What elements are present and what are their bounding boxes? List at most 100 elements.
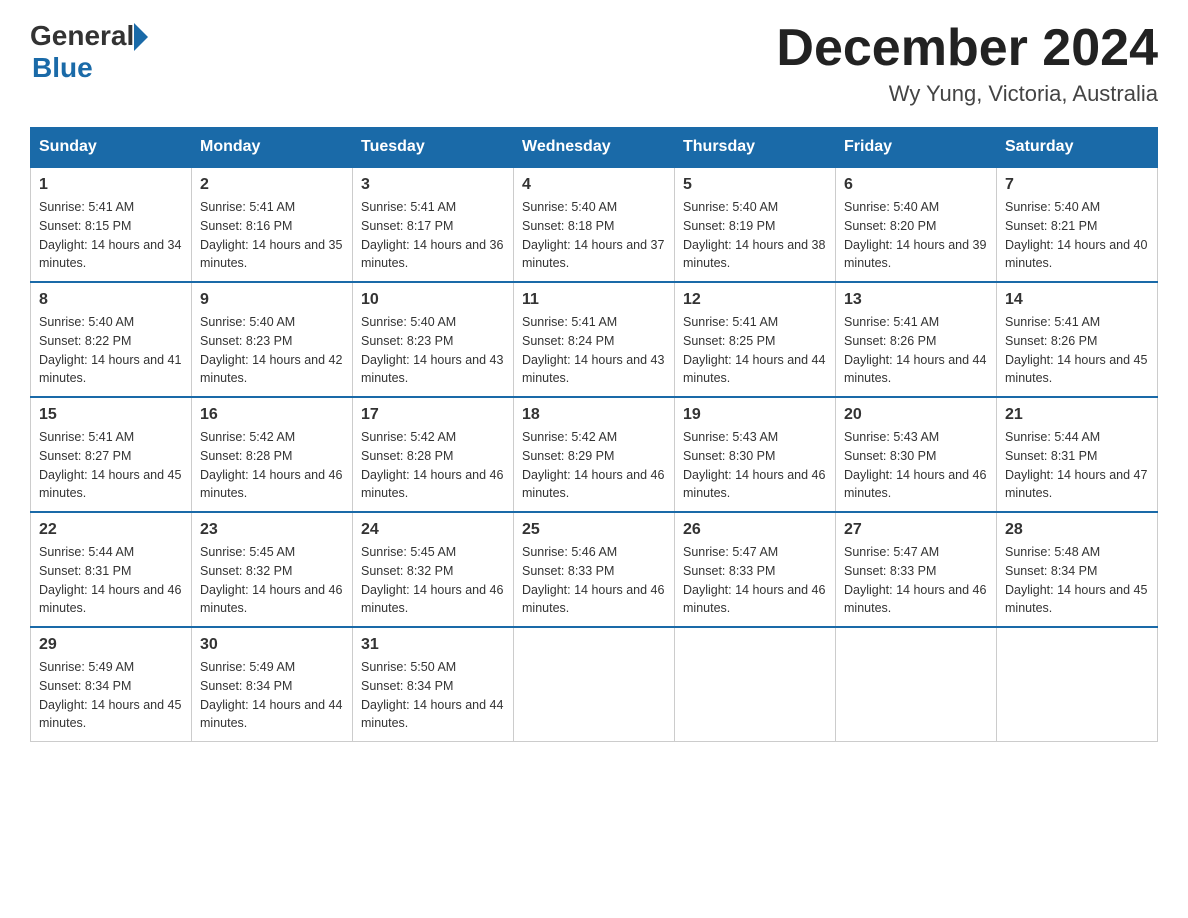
sunrise-label: Sunrise: 5:45 AM — [200, 545, 295, 559]
day-cell: 29 Sunrise: 5:49 AM Sunset: 8:34 PM Dayl… — [31, 627, 192, 742]
sunrise-label: Sunrise: 5:44 AM — [1005, 430, 1100, 444]
day-number: 27 — [844, 521, 988, 539]
sunset-label: Sunset: 8:24 PM — [522, 334, 614, 348]
day-cell: 31 Sunrise: 5:50 AM Sunset: 8:34 PM Dayl… — [353, 627, 514, 742]
daylight-label: Daylight: 14 hours and 46 minutes. — [361, 468, 503, 501]
daylight-label: Daylight: 14 hours and 42 minutes. — [200, 353, 342, 386]
sunrise-label: Sunrise: 5:40 AM — [361, 315, 456, 329]
daylight-label: Daylight: 14 hours and 46 minutes. — [39, 583, 181, 616]
sunrise-label: Sunrise: 5:40 AM — [683, 200, 778, 214]
sunrise-label: Sunrise: 5:50 AM — [361, 660, 456, 674]
day-cell: 5 Sunrise: 5:40 AM Sunset: 8:19 PM Dayli… — [675, 167, 836, 282]
sunrise-label: Sunrise: 5:47 AM — [844, 545, 939, 559]
sunset-label: Sunset: 8:33 PM — [683, 564, 775, 578]
sunset-label: Sunset: 8:21 PM — [1005, 219, 1097, 233]
sunset-label: Sunset: 8:17 PM — [361, 219, 453, 233]
sunrise-label: Sunrise: 5:42 AM — [522, 430, 617, 444]
day-number: 19 — [683, 406, 827, 424]
day-cell: 15 Sunrise: 5:41 AM Sunset: 8:27 PM Dayl… — [31, 397, 192, 512]
calendar-header: SundayMondayTuesdayWednesdayThursdayFrid… — [31, 128, 1158, 168]
day-cell: 18 Sunrise: 5:42 AM Sunset: 8:29 PM Dayl… — [514, 397, 675, 512]
day-info: Sunrise: 5:41 AM Sunset: 8:26 PM Dayligh… — [1005, 313, 1149, 388]
day-cell: 19 Sunrise: 5:43 AM Sunset: 8:30 PM Dayl… — [675, 397, 836, 512]
daylight-label: Daylight: 14 hours and 38 minutes. — [683, 238, 825, 271]
day-info: Sunrise: 5:40 AM Sunset: 8:23 PM Dayligh… — [361, 313, 505, 388]
sunset-label: Sunset: 8:32 PM — [200, 564, 292, 578]
daylight-label: Daylight: 14 hours and 45 minutes. — [39, 468, 181, 501]
day-cell: 30 Sunrise: 5:49 AM Sunset: 8:34 PM Dayl… — [192, 627, 353, 742]
header-cell-monday: Monday — [192, 128, 353, 168]
day-cell: 11 Sunrise: 5:41 AM Sunset: 8:24 PM Dayl… — [514, 282, 675, 397]
sunset-label: Sunset: 8:27 PM — [39, 449, 131, 463]
sunset-label: Sunset: 8:26 PM — [844, 334, 936, 348]
calendar-body: 1 Sunrise: 5:41 AM Sunset: 8:15 PM Dayli… — [31, 167, 1158, 742]
day-cell: 21 Sunrise: 5:44 AM Sunset: 8:31 PM Dayl… — [997, 397, 1158, 512]
logo-top-row: General — [30, 20, 148, 52]
sunset-label: Sunset: 8:25 PM — [683, 334, 775, 348]
day-info: Sunrise: 5:40 AM Sunset: 8:19 PM Dayligh… — [683, 198, 827, 273]
sunrise-label: Sunrise: 5:41 AM — [200, 200, 295, 214]
daylight-label: Daylight: 14 hours and 43 minutes. — [522, 353, 664, 386]
day-info: Sunrise: 5:40 AM Sunset: 8:22 PM Dayligh… — [39, 313, 183, 388]
sunset-label: Sunset: 8:18 PM — [522, 219, 614, 233]
day-number: 31 — [361, 636, 505, 654]
day-info: Sunrise: 5:45 AM Sunset: 8:32 PM Dayligh… — [361, 543, 505, 618]
day-info: Sunrise: 5:47 AM Sunset: 8:33 PM Dayligh… — [683, 543, 827, 618]
daylight-label: Daylight: 14 hours and 36 minutes. — [361, 238, 503, 271]
day-cell: 14 Sunrise: 5:41 AM Sunset: 8:26 PM Dayl… — [997, 282, 1158, 397]
day-info: Sunrise: 5:45 AM Sunset: 8:32 PM Dayligh… — [200, 543, 344, 618]
sunset-label: Sunset: 8:16 PM — [200, 219, 292, 233]
header-cell-saturday: Saturday — [997, 128, 1158, 168]
sunset-label: Sunset: 8:34 PM — [200, 679, 292, 693]
sunrise-label: Sunrise: 5:40 AM — [844, 200, 939, 214]
day-cell: 25 Sunrise: 5:46 AM Sunset: 8:33 PM Dayl… — [514, 512, 675, 627]
sunrise-label: Sunrise: 5:40 AM — [522, 200, 617, 214]
daylight-label: Daylight: 14 hours and 46 minutes. — [844, 468, 986, 501]
sunrise-label: Sunrise: 5:48 AM — [1005, 545, 1100, 559]
sunrise-label: Sunrise: 5:49 AM — [39, 660, 134, 674]
day-number: 15 — [39, 406, 183, 424]
day-number: 17 — [361, 406, 505, 424]
sunset-label: Sunset: 8:34 PM — [1005, 564, 1097, 578]
day-info: Sunrise: 5:47 AM Sunset: 8:33 PM Dayligh… — [844, 543, 988, 618]
sunset-label: Sunset: 8:15 PM — [39, 219, 131, 233]
day-number: 18 — [522, 406, 666, 424]
sunrise-label: Sunrise: 5:42 AM — [361, 430, 456, 444]
day-info: Sunrise: 5:44 AM Sunset: 8:31 PM Dayligh… — [39, 543, 183, 618]
sunrise-label: Sunrise: 5:44 AM — [39, 545, 134, 559]
header-cell-sunday: Sunday — [31, 128, 192, 168]
day-info: Sunrise: 5:41 AM Sunset: 8:27 PM Dayligh… — [39, 428, 183, 503]
daylight-label: Daylight: 14 hours and 46 minutes. — [522, 583, 664, 616]
day-number: 23 — [200, 521, 344, 539]
daylight-label: Daylight: 14 hours and 46 minutes. — [361, 583, 503, 616]
calendar-table: SundayMondayTuesdayWednesdayThursdayFrid… — [30, 127, 1158, 742]
sunrise-label: Sunrise: 5:41 AM — [39, 200, 134, 214]
logo-arrow-icon — [134, 23, 148, 51]
day-cell: 27 Sunrise: 5:47 AM Sunset: 8:33 PM Dayl… — [836, 512, 997, 627]
day-cell — [675, 627, 836, 742]
day-number: 11 — [522, 291, 666, 309]
sunset-label: Sunset: 8:23 PM — [361, 334, 453, 348]
day-number: 1 — [39, 176, 183, 194]
daylight-label: Daylight: 14 hours and 41 minutes. — [39, 353, 181, 386]
sunrise-label: Sunrise: 5:43 AM — [844, 430, 939, 444]
sunset-label: Sunset: 8:23 PM — [200, 334, 292, 348]
sunset-label: Sunset: 8:34 PM — [39, 679, 131, 693]
day-info: Sunrise: 5:41 AM Sunset: 8:15 PM Dayligh… — [39, 198, 183, 273]
day-info: Sunrise: 5:42 AM Sunset: 8:28 PM Dayligh… — [361, 428, 505, 503]
sunrise-label: Sunrise: 5:47 AM — [683, 545, 778, 559]
sunrise-label: Sunrise: 5:41 AM — [683, 315, 778, 329]
sunrise-label: Sunrise: 5:43 AM — [683, 430, 778, 444]
day-cell: 3 Sunrise: 5:41 AM Sunset: 8:17 PM Dayli… — [353, 167, 514, 282]
sunrise-label: Sunrise: 5:41 AM — [39, 430, 134, 444]
day-number: 20 — [844, 406, 988, 424]
title-area: December 2024 Wy Yung, Victoria, Austral… — [776, 20, 1158, 107]
day-cell: 13 Sunrise: 5:41 AM Sunset: 8:26 PM Dayl… — [836, 282, 997, 397]
day-cell: 26 Sunrise: 5:47 AM Sunset: 8:33 PM Dayl… — [675, 512, 836, 627]
sunrise-label: Sunrise: 5:45 AM — [361, 545, 456, 559]
sunrise-label: Sunrise: 5:40 AM — [1005, 200, 1100, 214]
day-cell: 20 Sunrise: 5:43 AM Sunset: 8:30 PM Dayl… — [836, 397, 997, 512]
day-info: Sunrise: 5:49 AM Sunset: 8:34 PM Dayligh… — [200, 658, 344, 733]
sunset-label: Sunset: 8:28 PM — [361, 449, 453, 463]
day-number: 6 — [844, 176, 988, 194]
